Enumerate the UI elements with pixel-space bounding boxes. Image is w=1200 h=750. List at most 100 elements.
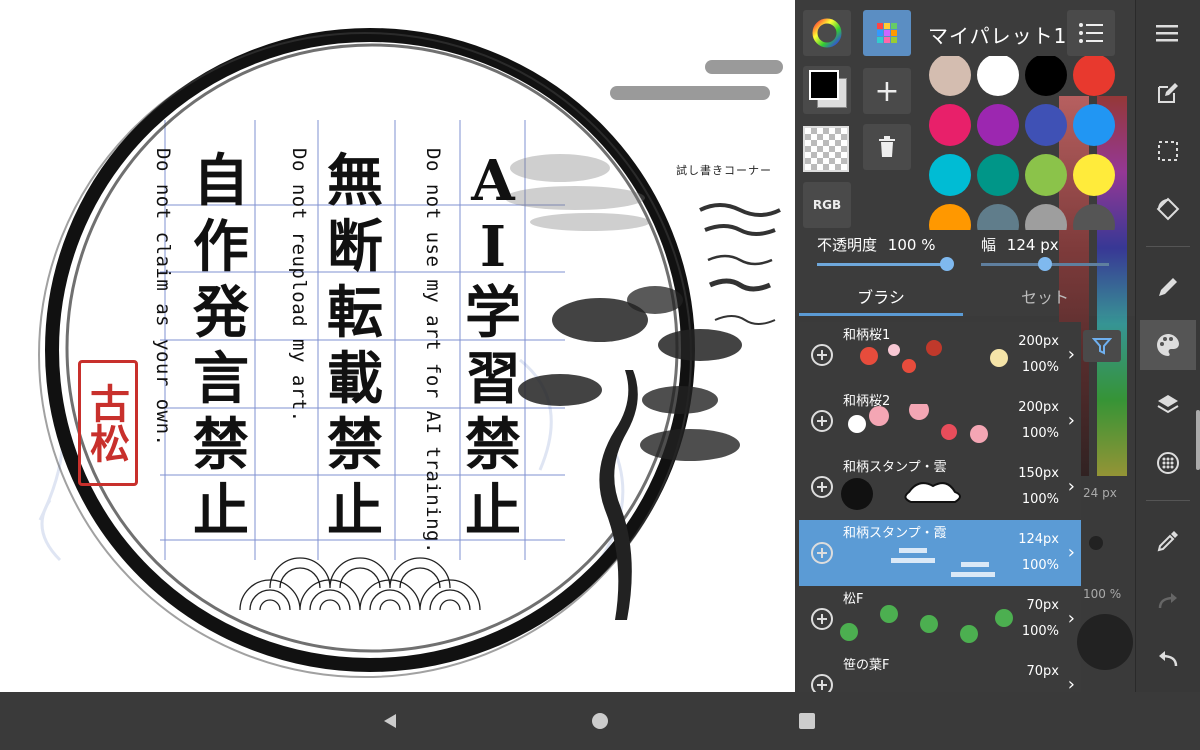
vertical-text-ai-ban-en: Do not use my art for AI training. bbox=[422, 148, 444, 554]
opacity-label-text: 不透明度 bbox=[817, 236, 878, 254]
nav-home-button[interactable] bbox=[585, 706, 615, 736]
pen-icon bbox=[1159, 278, 1177, 296]
chevron-right-icon[interactable]: › bbox=[1068, 344, 1075, 365]
menu-button[interactable] bbox=[1140, 8, 1196, 58]
toolbar-scroll-grip[interactable] bbox=[1196, 410, 1200, 470]
chevron-right-icon[interactable]: › bbox=[1068, 542, 1075, 563]
brush-preview bbox=[848, 404, 988, 443]
char: 言 bbox=[193, 346, 249, 412]
layers-button[interactable] bbox=[1140, 380, 1196, 430]
color-swatch[interactable] bbox=[977, 204, 1019, 230]
edit-button[interactable] bbox=[1140, 68, 1196, 118]
brush-size: 200px bbox=[1018, 400, 1059, 415]
brush-item[interactable]: 松F 70px 100% › bbox=[799, 586, 1081, 652]
palette-name[interactable]: マイパレット1 bbox=[928, 20, 1067, 49]
brush-item[interactable]: 和柄桜2 200px 100% › bbox=[799, 388, 1081, 454]
palette-grid-icon bbox=[877, 23, 897, 43]
material-button[interactable] bbox=[1140, 438, 1196, 488]
right-toolbar bbox=[1135, 0, 1200, 692]
color-swatch[interactable] bbox=[1073, 204, 1115, 230]
foreground-color[interactable] bbox=[809, 70, 839, 100]
select-button[interactable] bbox=[1140, 126, 1196, 176]
menu-icon bbox=[1156, 25, 1178, 42]
color-wheel-button[interactable] bbox=[803, 10, 851, 56]
brush-item[interactable]: 和柄スタンプ・雲 150px 100% › bbox=[799, 454, 1081, 520]
palette-button[interactable] bbox=[1140, 320, 1196, 370]
nav-back-button[interactable] bbox=[375, 706, 405, 736]
brush-size: 150px bbox=[1018, 466, 1059, 481]
brush-opacity: 100% bbox=[1021, 492, 1059, 507]
redo-button[interactable] bbox=[1140, 576, 1196, 626]
add-brush-icon[interactable] bbox=[811, 608, 833, 630]
color-swatch[interactable] bbox=[1025, 204, 1067, 230]
color-swatch[interactable] bbox=[977, 104, 1019, 146]
brush-item[interactable]: 笹の葉F 70px › bbox=[799, 652, 1081, 692]
fg-bg-color-swatch[interactable] bbox=[803, 66, 851, 114]
edit-icon bbox=[1158, 83, 1178, 103]
vertical-text-ai-ban: A I 学 習 禁 止 bbox=[458, 148, 528, 544]
brush-name: 笹の葉F bbox=[843, 658, 890, 673]
add-brush-icon[interactable] bbox=[811, 674, 833, 692]
color-swatch[interactable] bbox=[929, 154, 971, 196]
color-swatch[interactable] bbox=[1025, 56, 1067, 96]
brush-opacity: 100% bbox=[1021, 558, 1059, 573]
opacity-slider-handle[interactable] bbox=[940, 257, 954, 271]
color-swatch[interactable] bbox=[1025, 154, 1067, 196]
char: 自 bbox=[193, 148, 249, 214]
red-seal-stamp: 古松 bbox=[78, 360, 138, 486]
width-slider-handle[interactable] bbox=[1038, 257, 1052, 271]
color-swatch[interactable] bbox=[1073, 56, 1115, 96]
plus-icon: + bbox=[874, 73, 900, 109]
transparent-color-swatch[interactable] bbox=[803, 126, 849, 172]
width-value: 124 px bbox=[1006, 236, 1059, 254]
opacity-slider[interactable] bbox=[817, 263, 947, 266]
color-swatch[interactable] bbox=[1073, 104, 1115, 146]
brush-item[interactable]: 和柄スタンプ・霞 124px 100% › bbox=[799, 520, 1081, 586]
trial-corner-label: 試し書きコーナー bbox=[676, 164, 772, 177]
char: 止 bbox=[327, 478, 383, 544]
eyedropper-icon bbox=[1157, 531, 1178, 552]
add-brush-icon[interactable] bbox=[811, 344, 833, 366]
add-color-button[interactable]: + bbox=[863, 68, 911, 114]
color-swatch[interactable] bbox=[977, 56, 1019, 96]
color-swatch[interactable] bbox=[929, 104, 971, 146]
filter-icon bbox=[1092, 338, 1112, 355]
color-swatch[interactable] bbox=[1025, 104, 1067, 146]
add-brush-icon[interactable] bbox=[811, 476, 833, 498]
char: 止 bbox=[465, 478, 521, 544]
drawing-canvas[interactable]: A I 学 習 禁 止 Do not use my art for AI tra… bbox=[0, 0, 795, 692]
add-brush-icon[interactable] bbox=[811, 542, 833, 564]
palette-icon bbox=[1157, 334, 1179, 356]
chevron-right-icon[interactable]: › bbox=[1068, 410, 1075, 431]
char: 作 bbox=[193, 214, 249, 280]
delete-color-button[interactable] bbox=[863, 124, 911, 170]
brush-color-panel: マイパレット1 + RGB 不透明度 100 % 幅 124 px ブラシ セッ… bbox=[795, 0, 1135, 692]
opacity-value: 100 % bbox=[887, 236, 936, 254]
chevron-right-icon[interactable]: › bbox=[1068, 476, 1075, 497]
tab-set[interactable]: セット bbox=[963, 284, 1127, 316]
material-icon bbox=[1157, 452, 1179, 474]
undo-button[interactable] bbox=[1140, 634, 1196, 684]
color-swatch[interactable] bbox=[929, 204, 971, 230]
rgb-button[interactable]: RGB bbox=[803, 182, 851, 228]
eyedropper-button[interactable] bbox=[1140, 516, 1196, 566]
pen-button[interactable] bbox=[1140, 262, 1196, 312]
color-swatch[interactable] bbox=[1073, 154, 1115, 196]
chevron-right-icon[interactable]: › bbox=[1068, 674, 1075, 692]
rotate-button[interactable] bbox=[1140, 184, 1196, 234]
palette-grid-button[interactable] bbox=[863, 10, 911, 56]
home-icon bbox=[592, 713, 608, 729]
color-swatch[interactable] bbox=[929, 56, 971, 96]
add-brush-icon[interactable] bbox=[811, 410, 833, 432]
width-label: 幅 124 px bbox=[981, 234, 1059, 255]
color-swatch[interactable] bbox=[977, 154, 1019, 196]
brush-opacity: 100% bbox=[1021, 360, 1059, 375]
filter-button[interactable] bbox=[1083, 330, 1121, 362]
char: 発 bbox=[193, 280, 249, 346]
chevron-right-icon[interactable]: › bbox=[1068, 608, 1075, 629]
nav-recents-button[interactable] bbox=[792, 706, 822, 736]
palette-list-button[interactable] bbox=[1067, 10, 1115, 56]
brush-item[interactable]: 和柄桜1 200px 100% › bbox=[799, 322, 1081, 388]
tab-brush[interactable]: ブラシ bbox=[799, 284, 963, 316]
char: 禁 bbox=[327, 412, 383, 478]
